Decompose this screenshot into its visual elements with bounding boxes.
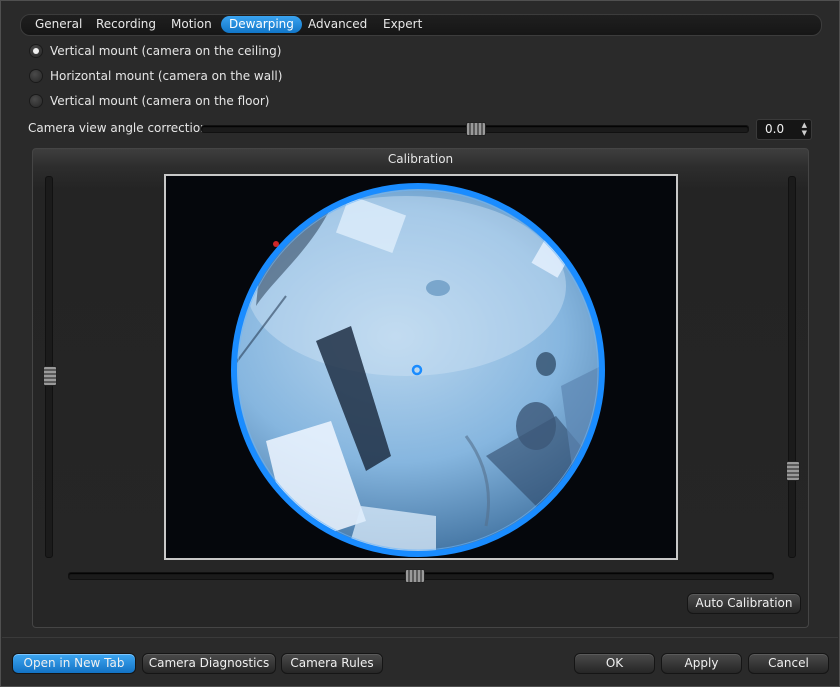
camera-diagnostics-button[interactable]: Camera Diagnostics (142, 653, 276, 674)
tab-bar: General Recording Motion Dewarping Advan… (20, 14, 822, 36)
radio-label-floor: Vertical mount (camera on the floor) (50, 94, 270, 108)
fisheye-image (231, 183, 605, 557)
angle-correction-label: Camera view angle correction: (28, 121, 212, 135)
open-in-new-tab-button[interactable]: Open in New Tab (12, 653, 136, 674)
mount-option-floor[interactable]: Vertical mount (camera on the floor) (30, 92, 269, 110)
spin-arrows-icon[interactable]: ▲ ▼ (802, 121, 807, 137)
angle-correction-spinbox[interactable]: 0.0 ▲ ▼ (756, 119, 812, 140)
radio-ceiling[interactable] (30, 45, 42, 57)
tab-dewarping[interactable]: Dewarping (221, 16, 302, 33)
tab-expert[interactable]: Expert (375, 16, 430, 33)
tab-advanced[interactable]: Advanced (300, 16, 375, 33)
mount-option-ceiling[interactable]: Vertical mount (camera on the ceiling) (30, 42, 281, 60)
fisheye-preview[interactable] (164, 174, 678, 560)
calibration-vertical-slider-right-handle[interactable] (786, 461, 800, 482)
angle-correction-slider-handle[interactable] (466, 122, 486, 136)
radio-wall[interactable] (30, 70, 42, 82)
radio-floor[interactable] (30, 95, 42, 107)
tab-general[interactable]: General (27, 16, 90, 33)
cancel-button[interactable]: Cancel (748, 653, 829, 674)
camera-rules-button[interactable]: Camera Rules (281, 653, 383, 674)
apply-button[interactable]: Apply (661, 653, 742, 674)
radio-label-wall: Horizontal mount (camera on the wall) (50, 69, 283, 83)
radio-label-ceiling: Vertical mount (camera on the ceiling) (50, 44, 282, 58)
auto-calibration-button[interactable]: Auto Calibration (687, 593, 801, 614)
tab-motion[interactable]: Motion (163, 16, 220, 33)
calibration-vertical-slider-left-handle[interactable] (43, 365, 57, 386)
ok-button[interactable]: OK (574, 653, 655, 674)
angle-correction-value: 0.0 (765, 122, 785, 136)
calibration-horizontal-slider-handle[interactable] (404, 569, 425, 583)
calibration-title: Calibration (387, 152, 454, 166)
calibration-vertical-slider-right[interactable] (788, 176, 796, 558)
tab-recording[interactable]: Recording (88, 16, 164, 33)
mount-option-wall[interactable]: Horizontal mount (camera on the wall) (30, 67, 282, 85)
footer-divider (2, 637, 838, 638)
